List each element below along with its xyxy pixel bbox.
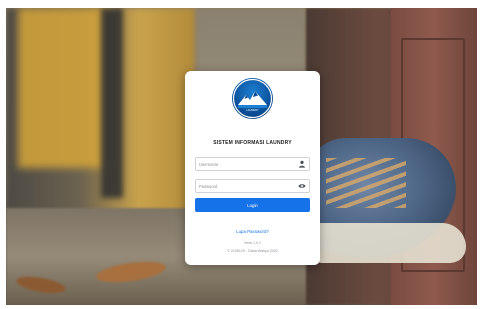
copyright-text: © 2106129 - Dana Wahyu 2020 <box>227 249 278 253</box>
bg-dark-post <box>101 8 123 198</box>
background-photo: LAUNDRY SISTEM INFORMASI LAUNDRY Login L… <box>6 8 477 305</box>
mountain-logo-icon: LAUNDRY <box>232 78 273 119</box>
user-icon <box>298 160 306 168</box>
mountain-logo-graphic: LAUNDRY <box>232 78 273 119</box>
bg-sneaker-sole <box>306 223 466 263</box>
password-input[interactable] <box>196 180 295 192</box>
version-text: Versi 1.0.1 <box>244 241 261 245</box>
username-field[interactable] <box>195 157 310 171</box>
password-field[interactable] <box>195 179 310 193</box>
username-input[interactable] <box>196 158 295 170</box>
bg-yellow-door <box>18 8 113 168</box>
bg-sneaker-laces <box>326 158 406 208</box>
svg-text:LAUNDRY: LAUNDRY <box>246 108 259 112</box>
login-button[interactable]: Login <box>195 198 310 212</box>
forgot-password-link[interactable]: Lupa Password? <box>185 229 320 234</box>
login-card: LAUNDRY SISTEM INFORMASI LAUNDRY Login L… <box>185 71 320 265</box>
app-title: SISTEM INFORMASI LAUNDRY <box>213 140 292 146</box>
eye-icon[interactable] <box>298 182 306 190</box>
